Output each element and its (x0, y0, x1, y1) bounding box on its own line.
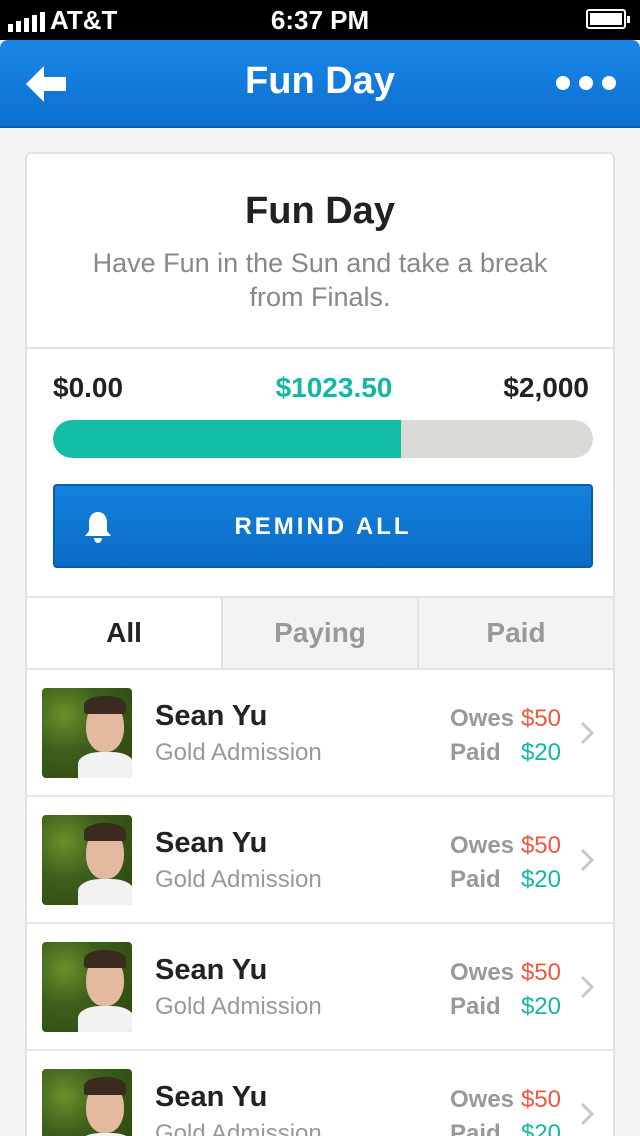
list-item[interactable]: Sean Yu Gold Admission Owes $50 Paid $20 (27, 924, 613, 1051)
avatar (42, 688, 132, 778)
list-item[interactable]: Sean Yu Gold Admission Owes $50 Paid $20 (27, 670, 613, 797)
avatar (42, 815, 132, 905)
attendee-name: Sean Yu (155, 827, 268, 859)
status-bar: AT&T 6:37 PM (0, 0, 640, 40)
owes-amount: $50 (520, 1086, 561, 1113)
more-dots-icon (556, 76, 570, 90)
owes-label: Owes (450, 959, 515, 986)
owes-amount: $50 (520, 705, 561, 732)
event-card: Fun Day Have Fun in the Sun and take a b… (25, 152, 615, 1136)
ticket-type: Gold Admission (155, 866, 322, 893)
remind-all-button[interactable]: REMIND ALL (53, 484, 593, 568)
chevron-right-icon (580, 1102, 595, 1126)
divider (27, 347, 613, 349)
paid-amount: $20 (520, 993, 561, 1020)
event-description: Have Fun in the Sun and take a break fro… (92, 248, 548, 312)
attendee-name: Sean Yu (155, 700, 268, 732)
owes-label: Owes (450, 1086, 515, 1113)
funding-progress-fill (53, 420, 402, 458)
list-item[interactable]: Sean Yu Gold Admission Owes $50 Paid $20 (27, 1051, 613, 1136)
paid-label: Paid (450, 866, 501, 893)
tab-all[interactable]: All (27, 598, 221, 668)
ticket-type: Gold Admission (155, 993, 322, 1020)
navigation-bar: Fun Day (0, 40, 640, 128)
paid-label: Paid (450, 739, 501, 766)
attendee-name: Sean Yu (155, 1081, 268, 1113)
owes-label: Owes (450, 832, 515, 859)
ticket-type: Gold Admission (155, 739, 322, 766)
attendee-list: Sean Yu Gold Admission Owes $50 Paid $20… (27, 670, 613, 1136)
owes-amount: $50 (520, 832, 561, 859)
chevron-right-icon (580, 721, 595, 745)
filter-tabs: All Paying Paid (27, 596, 613, 670)
avatar (42, 942, 132, 1032)
tab-paying[interactable]: Paying (221, 598, 417, 668)
remind-all-label: REMIND ALL (234, 513, 412, 540)
paid-amount: $20 (520, 739, 561, 766)
paid-label: Paid (450, 1120, 501, 1136)
attendee-name: Sean Yu (155, 954, 268, 986)
more-options-button[interactable] (556, 70, 616, 96)
chevron-right-icon (580, 848, 595, 872)
arrow-left-icon (26, 66, 66, 102)
owes-amount: $50 (520, 959, 561, 986)
chevron-right-icon (580, 975, 595, 999)
tab-paid[interactable]: Paid (417, 598, 613, 668)
goal-max-amount: $2,000 (503, 372, 589, 403)
funding-progress-bar (53, 420, 593, 458)
list-item[interactable]: Sean Yu Gold Admission Owes $50 Paid $20 (27, 797, 613, 924)
paid-amount: $20 (520, 1120, 561, 1136)
event-title: Fun Day (245, 190, 395, 232)
status-time: 6:37 PM (270, 5, 370, 35)
back-button[interactable] (22, 60, 72, 108)
paid-amount: $20 (520, 866, 561, 893)
paid-label: Paid (450, 993, 501, 1020)
battery-icon (586, 9, 630, 29)
nav-title: Fun Day (245, 60, 395, 102)
avatar (42, 1069, 132, 1136)
owes-label: Owes (450, 705, 515, 732)
ticket-type: Gold Admission (155, 1120, 322, 1136)
